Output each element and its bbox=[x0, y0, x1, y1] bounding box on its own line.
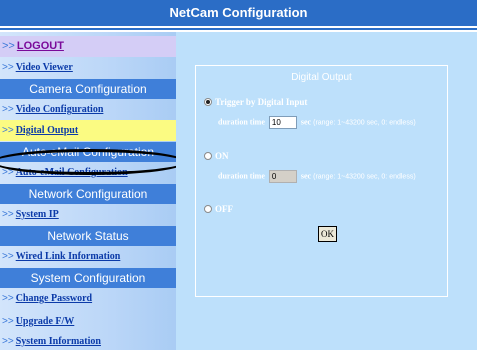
app-title: NetCam Configuration bbox=[0, 0, 477, 26]
range-hint: (range: 1~43200 sec, 0: endless) bbox=[313, 119, 416, 127]
duration-label: duration time bbox=[218, 171, 265, 181]
logout-label: LOGOUT bbox=[16, 40, 64, 52]
trigger-duration-row: duration time 10 sec (range: 1~43200 sec… bbox=[218, 116, 416, 129]
title-divider bbox=[0, 28, 477, 30]
on-radio[interactable] bbox=[204, 152, 212, 160]
sidebar-item-upgrade-fw[interactable]: >> Upgrade F/W bbox=[0, 311, 176, 332]
ok-button[interactable]: OK bbox=[318, 226, 337, 242]
unit-label: sec bbox=[300, 171, 312, 181]
off-radio[interactable] bbox=[204, 205, 212, 213]
arrow-icon: >> bbox=[2, 62, 14, 73]
sidebar-item-label: System Information bbox=[15, 336, 101, 347]
sidebar: >> LOGOUT >> Video Viewer Camera Configura… bbox=[0, 32, 186, 352]
option-trigger-row[interactable]: Trigger by Digital Input bbox=[204, 97, 307, 107]
sidebar-item-system-ip[interactable]: >> System IP bbox=[0, 204, 176, 225]
arrow-icon: >> bbox=[2, 125, 14, 136]
sidebar-item-system-information[interactable]: >> System Information bbox=[0, 331, 176, 352]
sidebar-item-label: Upgrade F/W bbox=[15, 316, 75, 327]
range-hint: (range: 1~43200 sec, 0: endless) bbox=[313, 173, 416, 181]
sidebar-item-wired-link-information[interactable]: >> Wired Link Information bbox=[0, 246, 176, 267]
sidebar-item-label: Auto-eMail Configuration bbox=[15, 167, 128, 178]
arrow-icon: >> bbox=[2, 251, 14, 262]
sidebar-item-label: System IP bbox=[15, 209, 59, 220]
section-network-status: Network Status bbox=[0, 226, 176, 246]
option-on-row[interactable]: ON bbox=[204, 151, 229, 161]
on-duration-input: 0 bbox=[268, 170, 297, 183]
duration-label: duration time bbox=[218, 117, 265, 127]
arrow-icon: >> bbox=[2, 104, 14, 115]
sidebar-item-auto-email-configuration[interactable]: >> Auto-eMail Configuration bbox=[0, 162, 176, 183]
sidebar-item-video-configuration[interactable]: >> Video Configuration bbox=[0, 99, 176, 120]
arrow-icon: >> bbox=[2, 336, 14, 347]
sidebar-item-label: Change Password bbox=[15, 293, 93, 304]
form-title: Digital Output bbox=[291, 72, 352, 83]
sidebar-item-label: Digital Output bbox=[15, 125, 79, 136]
option-off-row[interactable]: OFF bbox=[204, 204, 233, 214]
digital-output-form: Digital Output Trigger by Digital Input … bbox=[195, 65, 448, 297]
main-panel: Digital Output Trigger by Digital Input … bbox=[176, 32, 477, 350]
on-duration-row: duration time 0 sec (range: 1~43200 sec,… bbox=[218, 170, 416, 183]
unit-label: sec bbox=[300, 117, 312, 127]
section-auto-email-configuration: Auto-eMail Configuration bbox=[0, 142, 176, 162]
section-system-configuration: System Configuration bbox=[0, 268, 176, 288]
sidebar-item-label: Wired Link Information bbox=[15, 251, 121, 262]
logout-link[interactable]: >> LOGOUT bbox=[0, 36, 176, 57]
sidebar-item-label: Video Viewer bbox=[15, 62, 73, 73]
arrow-icon: >> bbox=[2, 316, 14, 327]
sidebar-item-digital-output[interactable]: >> Digital Output bbox=[0, 120, 176, 141]
arrow-icon: >> bbox=[2, 209, 14, 220]
section-camera-configuration: Camera Configuration bbox=[0, 79, 176, 99]
arrow-icon: >> bbox=[2, 40, 15, 52]
section-network-configuration: Network Configuration bbox=[0, 184, 176, 204]
trigger-radio[interactable] bbox=[204, 98, 212, 106]
arrow-icon: >> bbox=[2, 167, 14, 178]
on-label: ON bbox=[215, 151, 229, 161]
sidebar-item-label: Video Configuration bbox=[15, 104, 104, 115]
trigger-label: Trigger by Digital Input bbox=[215, 97, 308, 107]
trigger-duration-input[interactable]: 10 bbox=[268, 116, 297, 129]
sidebar-item-video-viewer[interactable]: >> Video Viewer bbox=[0, 57, 176, 78]
sidebar-item-change-password[interactable]: >> Change Password bbox=[0, 288, 176, 309]
off-label: OFF bbox=[215, 204, 233, 214]
arrow-icon: >> bbox=[2, 293, 14, 304]
